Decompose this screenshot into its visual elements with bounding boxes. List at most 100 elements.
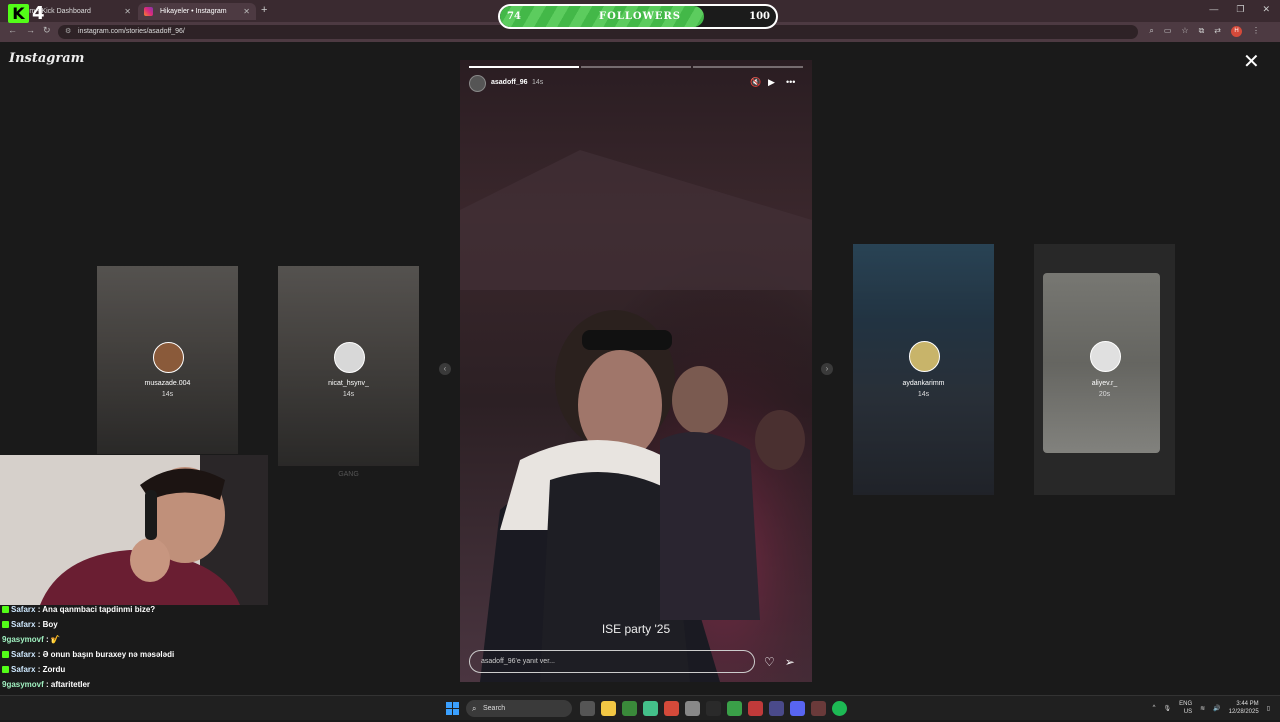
obs-icon[interactable] (811, 701, 826, 716)
story-header: asadoff_96 14s 🔇 ▶ ••• (469, 74, 803, 94)
story-time: 14s (917, 391, 930, 398)
send-icon[interactable]: ➢ (785, 655, 795, 669)
tray-chevron-icon[interactable]: ^ (1153, 705, 1156, 711)
more-options-icon[interactable]: ••• (786, 77, 795, 87)
notifications-icon[interactable]: ▯ (1267, 705, 1270, 712)
chat-username[interactable]: 9gasymovf (2, 635, 44, 644)
chat-message: Safarx : Ə onun başın buraxey nə məsələd… (2, 647, 262, 662)
clock-time: 3:44 PM (1236, 701, 1259, 707)
chat-username[interactable]: Safarx (11, 665, 35, 674)
system-tray: ^ 🎙 ENG US ≋ 🔊 3:44 PM 12/28/2025 ▯ (1153, 700, 1270, 716)
close-tab-icon[interactable]: ✕ (243, 3, 250, 20)
progress-segment (581, 66, 691, 68)
chat-separator: : (43, 680, 51, 689)
followers-goal-bar: 74 FOLLOWERS 100 (498, 4, 778, 29)
story-footer-text: GANG (338, 471, 359, 478)
browser-icon[interactable] (769, 701, 784, 716)
store-icon[interactable] (685, 701, 700, 716)
taskbar-search[interactable]: ⌕ Search (466, 700, 572, 717)
avatar (333, 342, 365, 373)
chat-separator: : (35, 650, 43, 659)
reload-icon[interactable]: ↻ (43, 25, 51, 36)
lang-region: US (1183, 709, 1193, 715)
discord-icon[interactable] (790, 701, 805, 716)
story-username[interactable]: asadoff_96 (491, 79, 528, 86)
bookmark-star-icon[interactable]: ☆ (1181, 26, 1188, 37)
window-close-icon[interactable]: ✕ (1262, 4, 1270, 15)
spotify-icon[interactable] (832, 701, 847, 716)
goal-max: 100 (749, 11, 770, 22)
wifi-icon[interactable]: ≋ (1200, 705, 1205, 712)
mute-icon[interactable]: 🔇 (750, 77, 761, 88)
next-story-arrow-icon[interactable]: › (821, 363, 833, 375)
clock-date: 12/28/2025 (1228, 709, 1259, 715)
chat-username[interactable]: 9gasymovf (2, 680, 44, 689)
previous-story-arrow-icon[interactable]: ‹ (439, 363, 451, 375)
lang-code: ENG (1179, 701, 1193, 707)
terminal-icon[interactable] (706, 701, 721, 716)
taskbar-clock[interactable]: 3:44 PM 12/28/2025 (1229, 700, 1259, 716)
story-card-aydan[interactable]: aydankarimm 14s (853, 244, 994, 495)
chat-message: 9gasymovf : aftaritetler (2, 677, 262, 692)
chat-username[interactable]: Safarx (11, 620, 35, 629)
story-time: 14s (532, 79, 544, 86)
chat-username[interactable]: Safarx (11, 605, 35, 614)
play-icon[interactable]: ▶ (768, 77, 775, 88)
kick-badge-icon (2, 621, 9, 628)
reply-actions: ♡ ➢ (764, 655, 795, 669)
chat-text: Zordu (42, 665, 66, 674)
extensions-icon[interactable]: ⧉ (1199, 26, 1205, 37)
taskbar-apps (580, 701, 847, 716)
translate-icon[interactable]: ⇄ (1214, 26, 1221, 37)
kick-badge-icon (2, 606, 9, 613)
new-tab-icon[interactable]: + (261, 4, 267, 16)
profile-avatar[interactable]: H (1231, 26, 1242, 37)
windows-start-icon[interactable] (446, 702, 459, 715)
task-view-icon[interactable] (580, 701, 595, 716)
main-story[interactable]: asadoff_96 14s 🔇 ▶ ••• ISE party '25 asa… (460, 60, 812, 682)
heart-icon[interactable]: ♡ (764, 655, 775, 669)
instagram-logo[interactable]: Instagram (9, 51, 84, 66)
menu-icon[interactable]: ⋮ (1252, 26, 1260, 37)
avatar[interactable] (469, 75, 486, 92)
zoom-icon[interactable]: ⌕ (1149, 26, 1153, 37)
app-icon[interactable] (748, 701, 763, 716)
tab-instagram[interactable]: Hikayeler • Instagram ✕ (138, 3, 256, 20)
chat-separator: : (35, 665, 43, 674)
volume-icon[interactable]: 🔊 (1213, 705, 1220, 712)
close-icon[interactable]: ✕ (1243, 52, 1260, 72)
nvidia-icon[interactable] (727, 701, 742, 716)
restore-icon[interactable]: ❐ (1236, 4, 1244, 15)
minimize-icon[interactable]: — (1209, 4, 1218, 15)
chat-separator: : (43, 635, 51, 644)
back-icon[interactable]: ← (8, 25, 17, 35)
tab-title: Hikayeler • Instagram (160, 8, 227, 15)
toolbar-icons: ⌕ ▭ ☆ ⧉ ⇄ H ⋮ (1149, 26, 1260, 37)
chrome-profile-icon[interactable] (643, 701, 658, 716)
webcam-overlay (0, 455, 268, 605)
chat-message: Safarx : Zordu (2, 662, 262, 677)
kick-count: 4 (32, 3, 45, 24)
file-explorer-icon[interactable] (601, 701, 616, 716)
forward-icon[interactable]: → (26, 25, 35, 35)
story-card-nicat[interactable]: nicat_hsynv_ 14s (278, 266, 419, 466)
chat-username[interactable]: Safarx (11, 650, 35, 659)
close-tab-icon[interactable]: ✕ (124, 3, 131, 20)
mic-icon[interactable]: 🎙 (1164, 705, 1172, 712)
story-card-musazade[interactable]: musazade.004 14s (97, 266, 238, 454)
site-info-icon[interactable]: ⚙ (65, 25, 71, 39)
avatar (908, 341, 940, 372)
kick-badge-icon (2, 666, 9, 673)
kick-overlay: K 4 (8, 3, 45, 24)
chat-text: aftaritetler (50, 680, 91, 689)
chat-separator: : (35, 620, 43, 629)
search-icon: ⌕ (472, 704, 477, 713)
cast-icon[interactable]: ▭ (1164, 26, 1172, 37)
chrome-alt-icon[interactable] (664, 701, 679, 716)
chrome-icon[interactable] (622, 701, 637, 716)
window-controls: — ❐ ✕ (1209, 4, 1270, 15)
story-card-aliyev[interactable]: aliyev.r_ 20s (1034, 244, 1175, 495)
language-indicator[interactable]: ENG US (1179, 700, 1192, 716)
story-photo (460, 60, 812, 682)
reply-input[interactable]: asadoff_96'e yanıt ver... (469, 650, 755, 673)
